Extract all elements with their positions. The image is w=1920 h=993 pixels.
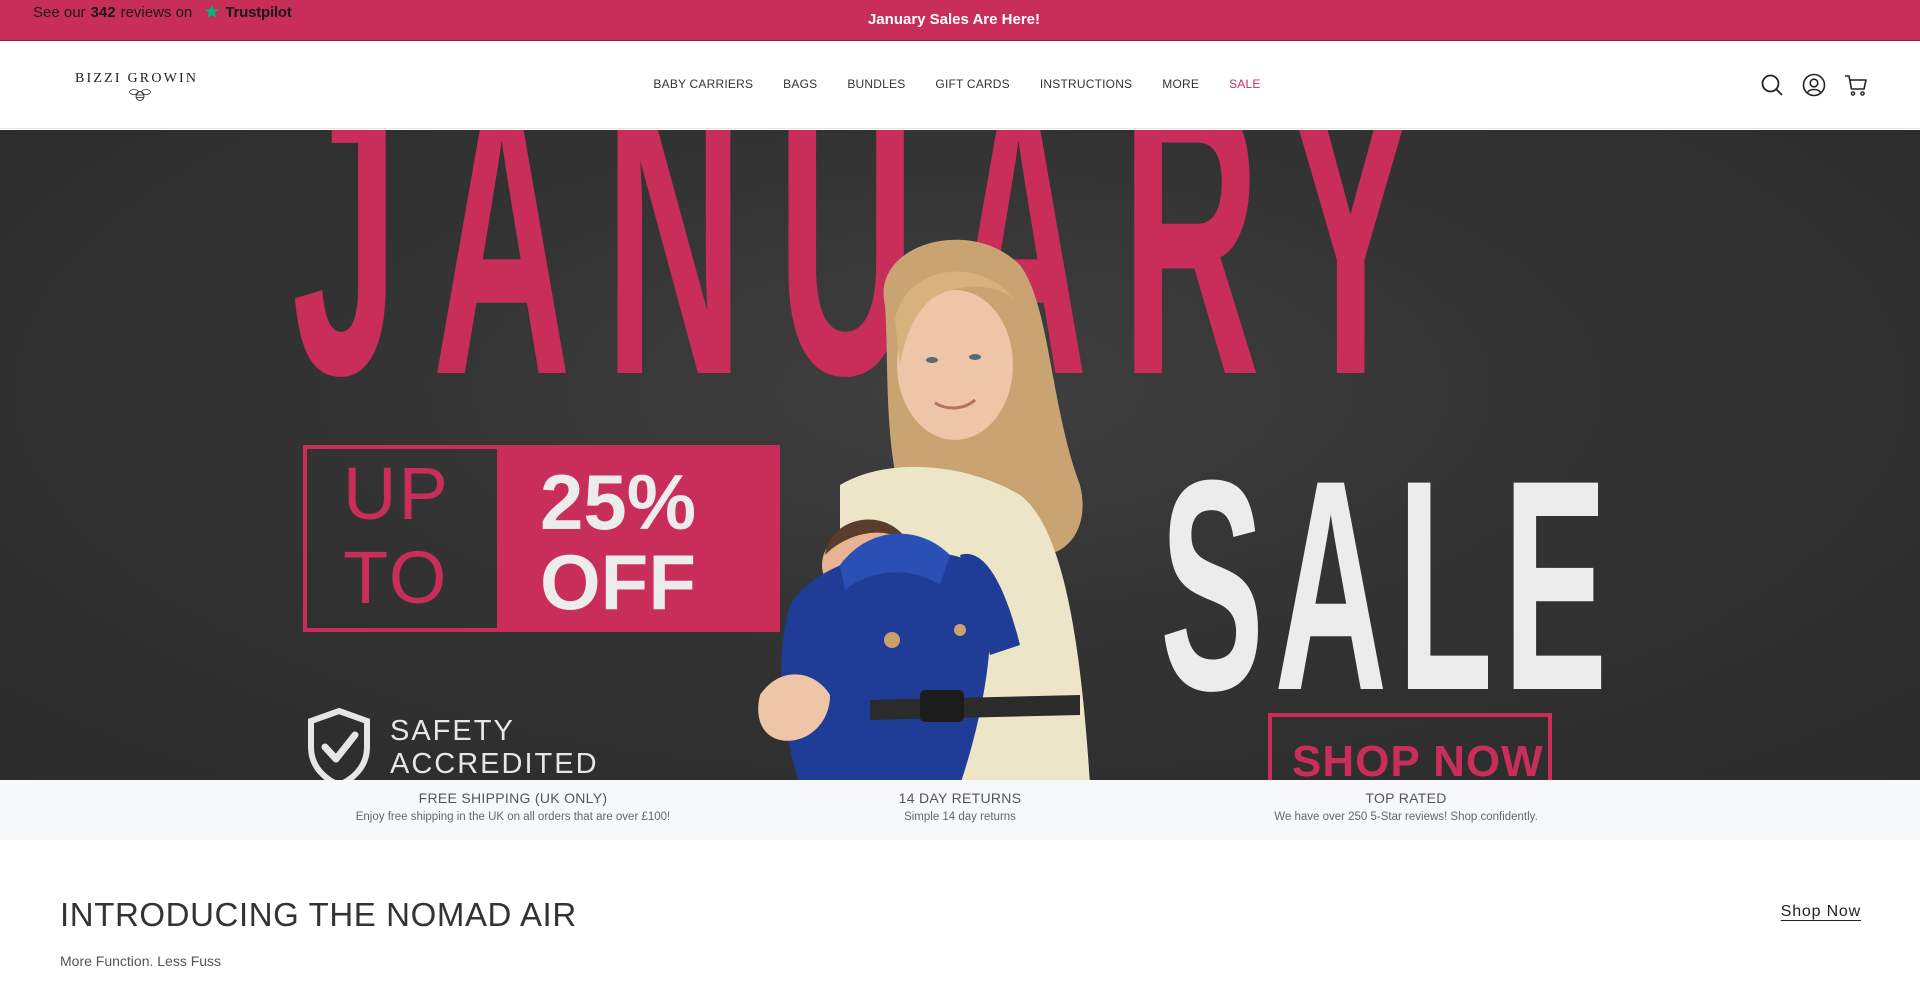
promo-up-text: UP xyxy=(343,452,450,535)
safety-line-2: ACCREDITED xyxy=(390,748,599,780)
nav-item-more[interactable]: MORE xyxy=(1162,77,1199,91)
shop-now-link[interactable]: Shop Now xyxy=(1781,903,1861,921)
section-title: INTRODUCING THE NOMAD AIR xyxy=(60,896,577,933)
feature-subtitle: Simple 14 day returns xyxy=(904,811,1016,823)
cart-icon[interactable] xyxy=(1844,73,1868,97)
nav-item-bags[interactable]: BAGS xyxy=(783,77,817,91)
hero-sale-word: SALE xyxy=(1160,417,1618,753)
nav-item-baby-carriers[interactable]: BABY CARRIERS xyxy=(653,77,753,91)
section-subtitle: More Function. Less Fuss xyxy=(60,953,222,969)
features-strip: FREE SHIPPING (UK ONLY) Enjoy free shipp… xyxy=(0,780,1920,840)
feature-title: 14 DAY RETURNS xyxy=(898,790,1022,806)
nav-item-bundles[interactable]: BUNDLES xyxy=(847,77,905,91)
feature-subtitle: We have over 250 5-Star reviews! Shop co… xyxy=(1274,811,1538,823)
feature-top-rated: TOP RATED We have over 250 5-Star review… xyxy=(1196,790,1616,823)
feature-title: TOP RATED xyxy=(1365,790,1447,806)
safety-line-1: SAFETY xyxy=(390,715,515,747)
account-icon[interactable] xyxy=(1802,73,1826,97)
promo-percent: 25% xyxy=(540,458,697,546)
search-icon[interactable] xyxy=(1760,73,1784,97)
hero-banner[interactable]: JANUARY UP TO 25% OFF SALE SAFETY ACCRED… xyxy=(0,130,1920,780)
hero-shop-now-label: SHOP NOW xyxy=(1292,737,1544,780)
nav-item-sale[interactable]: SALE xyxy=(1229,77,1261,91)
feature-subtitle: Enjoy free shipping in the UK on all ord… xyxy=(355,811,671,823)
hero-shop-now-button[interactable]: SHOP NOW xyxy=(1268,713,1552,780)
announcement-message[interactable]: January Sales Are Here! xyxy=(0,11,1908,28)
main-nav: BABY CARRIERS BAGS BUNDLES GIFT CARDS IN… xyxy=(0,77,1920,91)
promo-to-text: TO xyxy=(343,536,449,619)
feature-shipping: FREE SHIPPING (UK ONLY) Enjoy free shipp… xyxy=(303,790,723,823)
hero-model-image xyxy=(758,239,1090,780)
header-actions xyxy=(1760,73,1868,97)
shield-check-icon xyxy=(308,707,370,780)
announcement-bar: See our 342 reviews on ★ Trustpilot Janu… xyxy=(0,0,1920,41)
feature-title: FREE SHIPPING (UK ONLY) xyxy=(418,790,608,806)
feature-returns: 14 DAY RETURNS Simple 14 day returns xyxy=(750,790,1170,823)
promo-box: UP TO 25% OFF xyxy=(303,445,780,632)
nav-item-instructions[interactable]: INSTRUCTIONS xyxy=(1040,77,1132,91)
nav-item-gift-cards[interactable]: GIFT CARDS xyxy=(935,77,1009,91)
site-header: BIZZI GROWIN BABY CARRIERS BAGS BUNDLES … xyxy=(0,41,1920,129)
promo-off-text: OFF xyxy=(540,538,696,626)
